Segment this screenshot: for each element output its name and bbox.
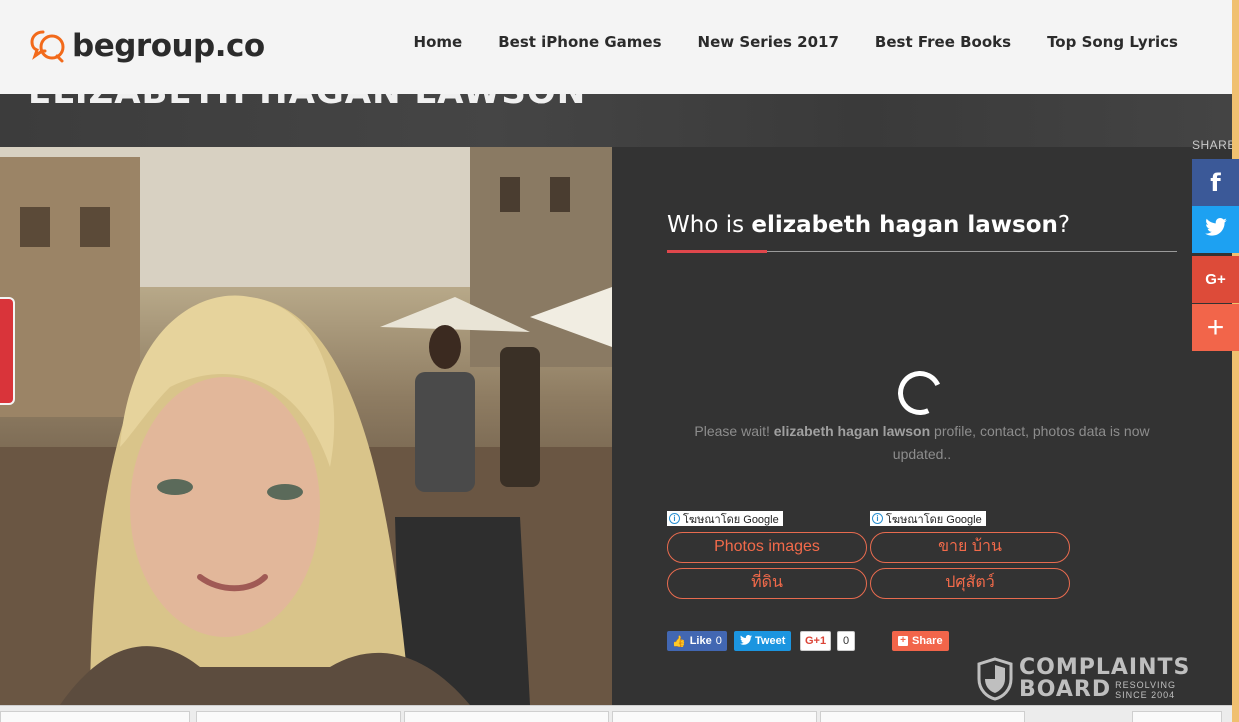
bottom-tab-slot[interactable] <box>196 711 401 722</box>
profile-panel: Who is elizabeth hagan lawson? Please wa… <box>612 147 1232 705</box>
loading-spinner-icon <box>891 364 949 422</box>
google-plus-one-button[interactable]: G+1 <box>800 631 832 651</box>
plus-square-icon: + <box>898 636 908 646</box>
breadcrumb-caret-icon: ⌃ <box>1128 94 1144 106</box>
plus-icon: + <box>1206 310 1225 344</box>
bottom-tab-slot[interactable] <box>820 711 1025 722</box>
twitter-icon <box>1204 218 1227 241</box>
nav-new-series-2017[interactable]: New Series 2017 <box>698 33 839 51</box>
chat-bubbles-icon <box>30 28 66 64</box>
nav-home[interactable]: Home <box>414 33 463 51</box>
ad-label-text: โฆษณาโดย Google <box>886 513 982 526</box>
like-count: 0 <box>715 635 722 647</box>
watermark-tag2: SINCE 2004 <box>1115 690 1176 700</box>
tweet-label: Tweet <box>755 635 786 647</box>
nav-best-free-books[interactable]: Best Free Books <box>875 33 1011 51</box>
watermark-tag1: RESOLVING <box>1115 680 1176 690</box>
nav-best-iphone-games[interactable]: Best iPhone Games <box>498 33 661 51</box>
ad-link-house-sale[interactable]: ขาย บ้าน <box>870 532 1070 563</box>
wait-prefix: Please wait! <box>694 423 774 439</box>
bottom-tab-strip <box>0 705 1239 722</box>
question-name: elizabeth hagan lawson <box>751 212 1058 238</box>
share-button[interactable]: + Share <box>892 631 949 651</box>
site-header: begroup.co Home Best iPhone Games New Se… <box>0 0 1232 94</box>
ad-link-land[interactable]: ที่ดิน <box>667 568 867 599</box>
share-facebook-button[interactable]: f <box>1192 159 1239 206</box>
thumbs-up-icon: 👍 <box>672 635 686 648</box>
ad-label[interactable]: i โฆษณาโดย Google <box>667 511 783 526</box>
street-portrait-illustration <box>0 147 612 705</box>
title-band: ELIZABETH HAGAN LAWSON ⌃ <box>0 94 1232 147</box>
ad-link-photos-images[interactable]: Photos images <box>667 532 867 563</box>
facebook-icon: f <box>1210 168 1221 197</box>
profile-question-heading: Who is elizabeth hagan lawson? <box>667 212 1070 238</box>
share-google-plus-button[interactable]: G+ <box>1192 256 1239 303</box>
google-plus-count: 0 <box>837 631 856 651</box>
wait-suffix: profile, contact, photos data is now upd… <box>892 423 1150 462</box>
ad-label-text: โฆษณาโดย Google <box>683 513 779 526</box>
bottom-tab-slot[interactable] <box>1132 711 1222 722</box>
page-title: ELIZABETH HAGAN LAWSON <box>28 94 586 112</box>
wait-name: elizabeth hagan lawson <box>773 423 931 439</box>
bottom-tab-slot[interactable] <box>404 711 609 722</box>
logo-text: begroup.co <box>72 28 265 64</box>
nav-top-song-lyrics[interactable]: Top Song Lyrics <box>1047 33 1178 51</box>
like-label: Like <box>689 635 712 647</box>
bottom-tab-slot[interactable] <box>612 711 817 722</box>
share-sidebar-label: SHARE <box>1192 138 1236 152</box>
heading-accent-bar <box>667 250 767 253</box>
share-label: Share <box>912 635 943 647</box>
share-more-button[interactable]: + <box>1192 304 1239 351</box>
info-icon: i <box>872 513 883 524</box>
shield-icon <box>977 657 1013 701</box>
facebook-like-button[interactable]: 👍 Like 0 <box>667 631 727 651</box>
watermark-line1: COMPLAINTS <box>1019 655 1191 680</box>
site-logo[interactable]: begroup.co <box>30 28 265 64</box>
watermark-line2: BOARD <box>1019 677 1112 702</box>
twitter-bird-icon <box>740 634 752 648</box>
profile-photo <box>0 147 612 705</box>
info-icon: i <box>669 513 680 524</box>
question-suffix: ? <box>1057 212 1071 238</box>
bottom-tab-slot[interactable] <box>0 711 190 722</box>
tweet-button[interactable]: Tweet <box>734 631 792 651</box>
main-nav: Home Best iPhone Games New Series 2017 B… <box>414 33 1178 51</box>
loading-message: Please wait! elizabeth hagan lawson prof… <box>682 420 1162 466</box>
complaints-board-watermark: COMPLAINTS BOARD RESOLVING SINCE 2004 <box>977 657 1190 701</box>
side-floating-tab[interactable] <box>0 297 15 405</box>
share-twitter-button[interactable] <box>1192 206 1239 253</box>
google-plus-icon: G+ <box>1205 271 1226 288</box>
ad-label[interactable]: i โฆษณาโดย Google <box>870 511 986 526</box>
ad-link-livestock[interactable]: ปศุสัตว์ <box>870 568 1070 599</box>
page-edge-strip <box>1232 0 1239 722</box>
question-prefix: Who is <box>667 212 752 238</box>
